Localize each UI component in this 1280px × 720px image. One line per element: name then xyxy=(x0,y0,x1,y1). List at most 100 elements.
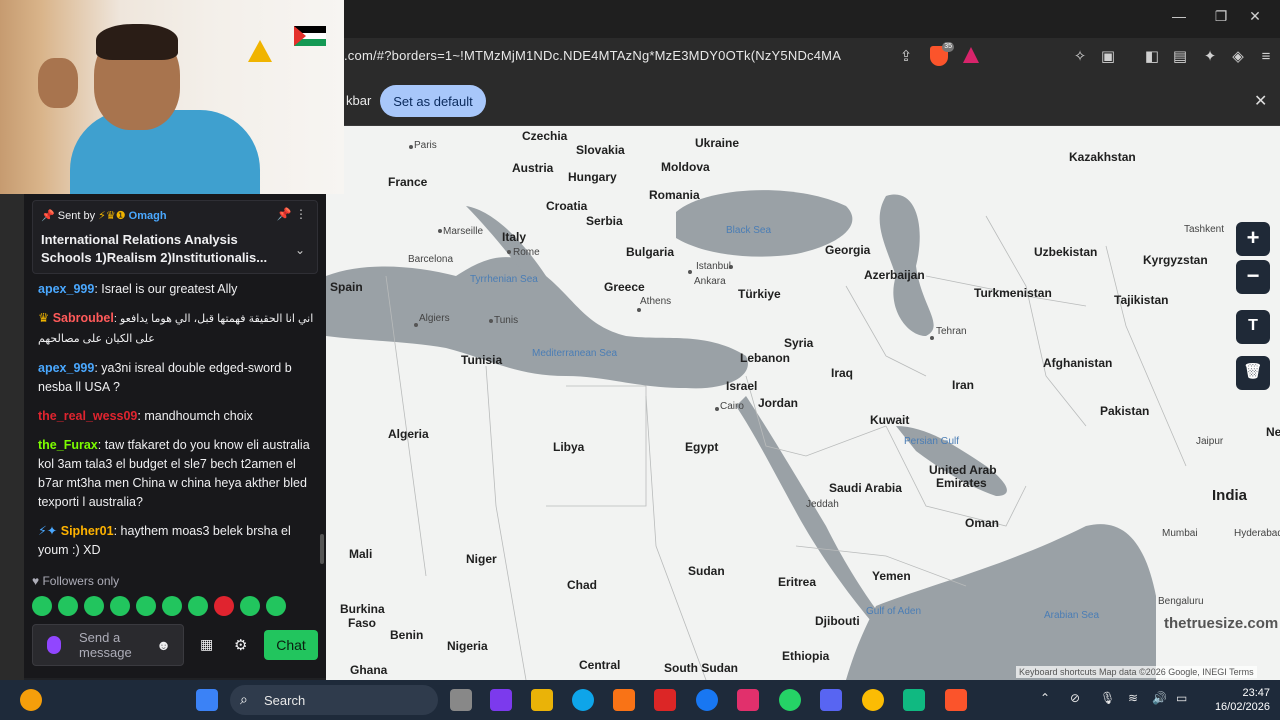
brave-icon[interactable] xyxy=(945,689,967,711)
emote-icon[interactable] xyxy=(266,596,286,616)
chrome-icon[interactable] xyxy=(862,689,884,711)
emote-icon[interactable] xyxy=(84,596,104,616)
file-explorer-icon[interactable] xyxy=(531,689,553,711)
store-app-icon[interactable] xyxy=(613,689,635,711)
network-icon[interactable]: ⊘ xyxy=(1070,691,1080,705)
m365-icon[interactable] xyxy=(490,689,512,711)
emote-icon[interactable] xyxy=(32,596,52,616)
label-slovakia: Slovakia xyxy=(576,143,625,157)
mic-tray-icon[interactable]: 🎙 xyxy=(1100,691,1115,705)
chevron-down-icon[interactable]: ⌄ xyxy=(295,243,305,257)
edge-icon[interactable] xyxy=(572,689,594,711)
share-icon[interactable]: ⇪ xyxy=(896,47,916,67)
city-istanbul: Istanbul xyxy=(696,261,732,272)
label-egypt: Egypt xyxy=(685,440,719,454)
chat-username[interactable]: the_real_wess09 xyxy=(38,409,137,423)
sidebar-icon[interactable]: ◧ xyxy=(1142,47,1162,67)
facebook-icon[interactable] xyxy=(696,689,718,711)
text-tool-button[interactable]: T xyxy=(1236,310,1270,344)
unpin-and-more-icons[interactable]: 📌 ⋮ xyxy=(277,207,307,221)
system-clock[interactable]: 23:47 16/02/2026 xyxy=(1210,686,1270,714)
label-algeria: Algeria xyxy=(388,427,429,441)
sea-arabian: Arabian Sea xyxy=(1044,610,1100,621)
microphone-icon[interactable] xyxy=(47,636,61,654)
emote-icon[interactable] xyxy=(214,596,234,616)
chevron-up-icon[interactable]: ⌃ xyxy=(1040,691,1050,705)
tab-manager-icon[interactable]: ▣ xyxy=(1098,47,1118,67)
label-saudi-arabia: Saudi Arabia xyxy=(829,481,902,495)
volume-icon[interactable]: 🔊 xyxy=(1152,691,1167,705)
chat-scrollbar[interactable] xyxy=(320,534,324,564)
wifi-icon[interactable]: ≋ xyxy=(1128,691,1138,705)
label-niger: Niger xyxy=(466,552,497,566)
instagram-icon[interactable] xyxy=(737,689,759,711)
pinned-message-card[interactable]: 📌 Sent by ⚡♛❶ Omagh 📌 ⋮ International Re… xyxy=(32,200,318,274)
maximize-icon[interactable]: ❐ xyxy=(1206,8,1236,25)
chat-username[interactable]: apex_999 xyxy=(38,282,94,296)
extensions-icon[interactable]: ✧ xyxy=(1070,47,1090,67)
search-label: Search xyxy=(264,693,306,708)
search-icon: ⌕ xyxy=(240,691,248,707)
chat-message-input[interactable]: Send a message ☻ xyxy=(32,624,184,666)
caspian-sea-shape xyxy=(879,194,934,336)
delete-tool-button[interactable]: 🗑 xyxy=(1236,356,1270,390)
heart-icon: ♥ xyxy=(32,574,40,588)
app-icon[interactable] xyxy=(903,689,925,711)
close-window-icon[interactable]: ✕ xyxy=(1240,8,1270,25)
emote-icon[interactable] xyxy=(136,596,156,616)
taskbar-search[interactable]: ⌕ Search xyxy=(230,685,438,715)
label-georgia: Georgia xyxy=(825,243,871,257)
clock-time: 23:47 xyxy=(1242,687,1270,699)
zoom-out-button[interactable]: − xyxy=(1236,260,1270,294)
city-paris: Paris xyxy=(414,140,437,151)
chat-username[interactable]: the_Furax xyxy=(38,438,98,452)
weather-icon[interactable] xyxy=(20,689,42,711)
emote-icon[interactable] xyxy=(188,596,208,616)
whatsapp-icon[interactable] xyxy=(779,689,801,711)
store-icon[interactable]: ▦ xyxy=(200,636,213,653)
label-burkina: Burkina xyxy=(340,602,385,616)
pinned-title: International Relations Analysis Schools… xyxy=(41,232,268,265)
menu-icon[interactable]: ≡ xyxy=(1256,47,1276,67)
wallet-icon[interactable]: ▤ xyxy=(1170,47,1190,67)
label-india: India xyxy=(1212,487,1248,504)
set-as-default-button[interactable]: Set as default xyxy=(380,85,486,117)
emote-icon[interactable] xyxy=(110,596,130,616)
label-romania: Romania xyxy=(649,188,700,202)
pin-icon: 📌 xyxy=(41,210,55,222)
warning-sign-icon xyxy=(248,40,272,62)
label-pakistan: Pakistan xyxy=(1100,404,1150,418)
gear-icon[interactable]: ⚙ xyxy=(234,636,247,654)
zoom-in-button[interactable]: + xyxy=(1236,222,1270,256)
chat-username[interactable]: Sipher01 xyxy=(61,524,114,538)
map-attribution[interactable]: Keyboard shortcuts Map data ©2026 Google… xyxy=(1016,666,1257,678)
label-nigeria: Nigeria xyxy=(447,639,488,653)
pinned-sender[interactable]: Omagh xyxy=(129,210,167,222)
app-l-icon[interactable] xyxy=(654,689,676,711)
badge-icons: ⚡✦ xyxy=(38,524,58,538)
battery-icon[interactable]: ▭ xyxy=(1176,691,1187,705)
brave-shield-icon[interactable]: 35 xyxy=(930,42,954,66)
emote-icon[interactable] xyxy=(58,596,78,616)
task-view-icon[interactable] xyxy=(450,689,472,711)
chat-send-button[interactable]: Chat xyxy=(264,630,318,660)
emote-icon[interactable] xyxy=(162,596,182,616)
map-canvas[interactable]: Czechia Slovakia Ukraine Kazakhstan Aust… xyxy=(326,126,1280,680)
windows-start-icon[interactable] xyxy=(196,689,218,711)
sea-black-sea: Black Sea xyxy=(726,225,772,236)
chat-username[interactable]: Sabroubel xyxy=(53,311,114,325)
sea-persian-gulf: Persian Gulf xyxy=(904,436,960,447)
url-text[interactable]: .com/#?borders=1~!MTMzMjM1NDc.NDE4MTAzNg… xyxy=(344,48,841,63)
brave-rewards-icon[interactable] xyxy=(963,47,979,63)
emote-icon[interactable] xyxy=(240,596,260,616)
leo-ai-icon[interactable]: ✦ xyxy=(1200,47,1220,67)
discord-icon[interactable] xyxy=(820,689,842,711)
chat-username[interactable]: apex_999 xyxy=(38,361,94,375)
label-iraq: Iraq xyxy=(831,366,854,380)
label-greece: Greece xyxy=(604,280,645,294)
infobar-close-icon[interactable]: ✕ xyxy=(1254,91,1267,111)
vpn-icon[interactable]: ◈ xyxy=(1228,47,1248,67)
label-nepal-partial: Ne xyxy=(1266,425,1280,439)
emoji-picker-icon[interactable]: ☻ xyxy=(156,637,171,653)
minimize-icon[interactable]: — xyxy=(1164,8,1194,24)
